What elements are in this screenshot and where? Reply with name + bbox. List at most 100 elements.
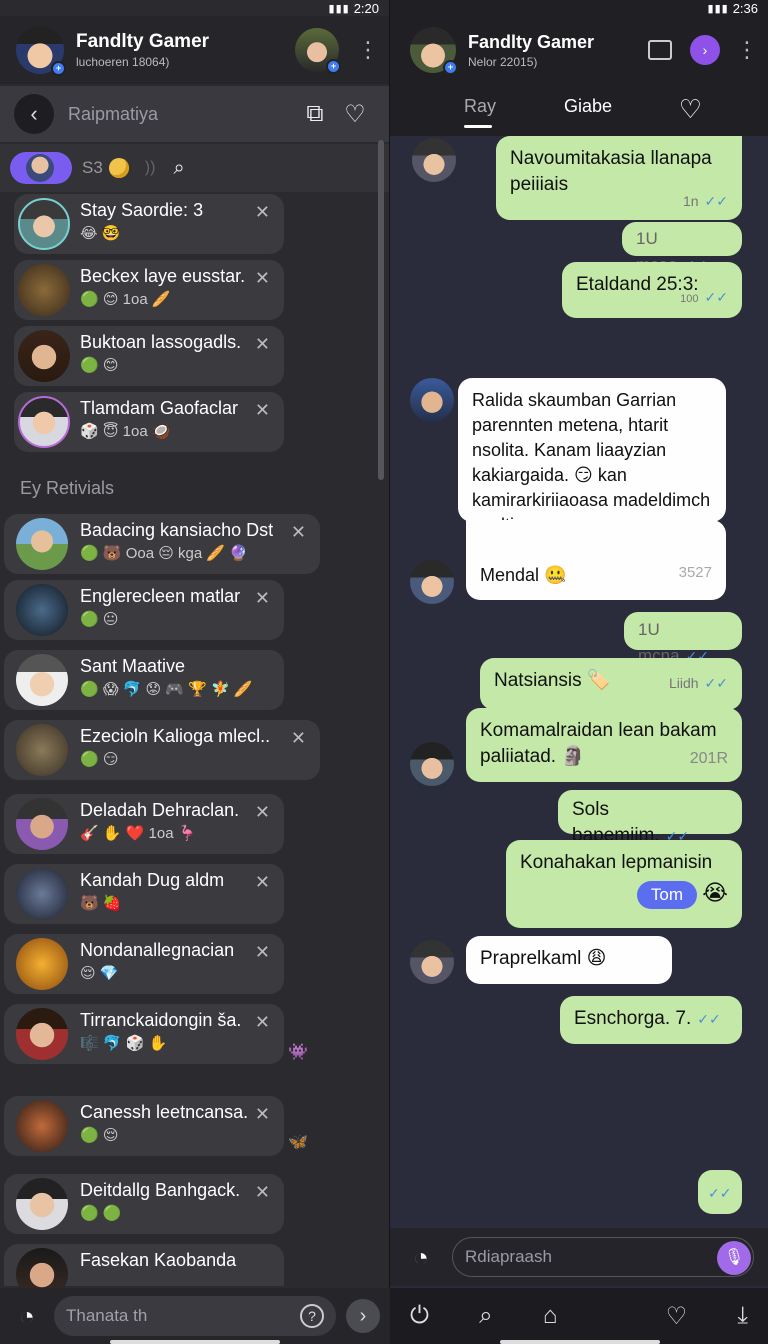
close-icon[interactable]: ✕ xyxy=(255,942,270,963)
chat-name: Tlamdam Gaofaclar xyxy=(80,398,239,418)
list-item[interactable]: Deitdallg Banhgack. 🟢 🟢 ✕ xyxy=(4,1174,284,1234)
status-bar: ▮▮▮ 2:36 xyxy=(390,0,768,16)
microphone-icon[interactable]: 🎙 xyxy=(717,1241,751,1275)
home-indicator xyxy=(500,1340,660,1344)
coin-icon xyxy=(108,158,129,178)
close-icon[interactable]: ✕ xyxy=(255,202,270,223)
back-arrow-icon[interactable]: ‹ xyxy=(14,94,54,134)
help-icon[interactable]: ? xyxy=(300,1304,324,1328)
more-options-icon[interactable]: ⋮ xyxy=(736,39,758,61)
close-icon[interactable]: ✕ xyxy=(255,1012,270,1033)
list-item[interactable]: Englerecleen matlar 🟢 😐 ✕ xyxy=(4,580,284,640)
download-icon[interactable]: ⤓ xyxy=(737,1302,748,1330)
app-logo-icon[interactable]: ◔ xyxy=(404,1240,438,1274)
chevron-right-icon[interactable]: › xyxy=(346,1299,380,1333)
conversation-subtitle: Nelor 22015) xyxy=(468,54,538,69)
left-header-subtitle: luchoeren 18064) xyxy=(76,55,170,69)
left-header-title: Fandlty Gamer xyxy=(76,31,210,52)
emoji-icon: 😭 xyxy=(702,880,728,905)
message-bubble[interactable]: ✓✓ xyxy=(698,1170,742,1214)
close-icon[interactable]: ✕ xyxy=(255,268,270,289)
read-ticks-icon: ✓✓ xyxy=(708,1185,732,1201)
list-item[interactable]: Ezecioln Kaliogа mlecl.. 🟢 😏 ✕ xyxy=(4,720,320,780)
close-icon[interactable]: ✕ xyxy=(255,588,270,609)
search-input[interactable]: Raipmatiya xyxy=(68,104,295,125)
new-chat-icon[interactable]: ⧉ xyxy=(295,94,335,134)
list-item[interactable]: Canessh leetncansa. 🟢 😌 ✕ xyxy=(4,1096,284,1156)
avatar xyxy=(410,742,454,786)
message-bubble[interactable]: Sols bapemiim. ✓✓ xyxy=(558,790,742,846)
app-logo-icon[interactable]: ◔ xyxy=(10,1299,44,1333)
message-bubble[interactable]: Konahakan lepmanisin Tom 😭 xyxy=(506,840,742,928)
close-icon[interactable]: ✕ xyxy=(255,400,270,421)
power-icon[interactable]: ⏻ xyxy=(410,1302,429,1330)
message-bubble[interactable]: Komamalraidan lean bakam paliiatad. 🗿 20… xyxy=(466,708,742,782)
avatar xyxy=(18,264,70,316)
message-bubble[interactable]: Mendal 🤐 3527 xyxy=(466,520,726,600)
chat-preview: 🎲 😇 1oa 🥥 xyxy=(80,423,171,440)
chat-list-pane: ▮▮▮ 2:20 + Fandlty Gamer luchoeren 18064… xyxy=(0,0,390,1344)
close-icon[interactable]: ✕ xyxy=(291,522,306,543)
chat-name: Ezecioln Kaliogа mlecl.. xyxy=(80,726,271,746)
list-item[interactable]: Deladah Dehraclan. 🎸 ✋ ❤️ 1oa 🦩 ✕ xyxy=(4,794,284,854)
list-item[interactable]: Beckex laye eusstar. 🟢 😊 1oa 🥖 ✕ xyxy=(14,260,284,320)
reaction-icon: 🦋 xyxy=(288,1134,308,1151)
call-icon[interactable]: › xyxy=(690,35,720,65)
read-ticks-icon: ✓✓ xyxy=(704,675,728,691)
read-ticks-icon: ✓✓ xyxy=(704,193,728,209)
chat-name: Canessh leetncansa. xyxy=(80,1102,249,1122)
home-indicator xyxy=(110,1340,280,1344)
more-options-icon[interactable]: ⋮ xyxy=(357,39,379,61)
heart-icon[interactable]: ♡ xyxy=(666,1302,688,1331)
video-call-icon[interactable] xyxy=(648,40,672,60)
message-time: 3527 xyxy=(678,564,712,581)
message-bubble[interactable]: 1U mcna ✓✓ xyxy=(624,612,742,665)
tab-giabe[interactable]: Giabe xyxy=(564,96,612,117)
contact-avatar[interactable]: + xyxy=(410,27,458,75)
message-input[interactable]: Thanata th ? xyxy=(54,1296,336,1336)
heart-icon[interactable]: ♡ xyxy=(679,94,702,125)
heart-icon[interactable]: ♡ xyxy=(335,94,375,134)
filter-pill[interactable] xyxy=(10,152,72,184)
home-icon[interactable]: ⌂ xyxy=(543,1302,558,1330)
chat-preview: 🎼 🐬 🎲 ✋ xyxy=(80,1035,168,1052)
message-list: Navoumitakasia llanapa peiiiais 1n ✓✓ 1U … xyxy=(390,136,768,1226)
status-time: 2:20 xyxy=(353,0,379,16)
list-item[interactable]: Sant Maative 🟢 😱 🐬 😟 🎮 🏆 🧚 🥖 xyxy=(4,650,284,710)
message-bubble[interactable]: Natsiansis 🏷️ Liidh ✓✓ xyxy=(480,658,742,710)
filter-row: S3 )) ⌕ xyxy=(0,144,389,192)
chat-preview: 🟢 😊 xyxy=(80,357,119,374)
message-bubble[interactable]: Etaldand 25:3: 100 ✓✓ xyxy=(562,262,742,318)
message-bubble[interactable]: Praprelkaml 😩 xyxy=(466,936,672,984)
list-item[interactable]: Stay Saordie: 3 😂 🤓 ✕ xyxy=(14,194,284,254)
mention-pill[interactable]: Tom xyxy=(636,881,697,909)
close-icon[interactable]: ✕ xyxy=(255,1182,270,1203)
search-bar: ‹ Raipmatiya ⧉ ♡ xyxy=(0,86,389,142)
message-bubble[interactable]: Ralida skaumban Garrian parenntеn metena… xyxy=(458,378,726,535)
search-icon[interactable]: ⌕ xyxy=(479,1302,492,1330)
close-icon[interactable]: ✕ xyxy=(255,802,270,823)
close-icon[interactable]: ✕ xyxy=(255,334,270,355)
list-item[interactable]: Tirranckaidongin ša. 🎼 🐬 🎲 ✋ ✕ xyxy=(4,1004,284,1064)
contact-avatar[interactable]: + xyxy=(295,28,341,74)
composer-input[interactable]: Rdiapraash 🎙 xyxy=(452,1237,754,1277)
message-bubble[interactable]: Navoumitakasia llanapa peiiiais 1n ✓✓ xyxy=(496,136,742,220)
scrollbar[interactable] xyxy=(378,140,384,480)
close-icon[interactable]: ✕ xyxy=(255,872,270,893)
list-item[interactable]: Nondanallegnacian 😌 💎 ✕ xyxy=(4,934,284,994)
chat-name: Deitdallg Banhgack. xyxy=(80,1180,241,1200)
online-badge-icon: + xyxy=(326,59,341,74)
list-item[interactable]: Badacing kansiacho Dst 🟢 🐻 Ooa 😔 kga 🥖 🔮… xyxy=(4,514,320,574)
message-bubble[interactable]: 1U mcaa✓✓ xyxy=(622,222,742,274)
message-bubble[interactable]: Esnchorga. 7. ✓✓ xyxy=(560,996,742,1044)
close-icon[interactable]: ✕ xyxy=(291,728,306,749)
search-icon[interactable]: ⌕ xyxy=(173,157,184,180)
avatar xyxy=(16,724,68,776)
list-item[interactable]: Tlamdam Gaofaclar 🎲 😇 1oa 🥥 ✕ xyxy=(14,392,284,452)
tab-ray[interactable]: Ray xyxy=(464,96,496,117)
list-item[interactable]: Fasekan Kaobanda xyxy=(4,1244,284,1300)
profile-avatar[interactable]: + xyxy=(16,26,66,76)
list-item[interactable]: Kandah Dug aldm 🐻 🍓 ✕ xyxy=(4,864,284,924)
close-icon[interactable]: ✕ xyxy=(255,1104,270,1125)
list-item[interactable]: Buktoan lassogadls. 🟢 😊 ✕ xyxy=(14,326,284,386)
